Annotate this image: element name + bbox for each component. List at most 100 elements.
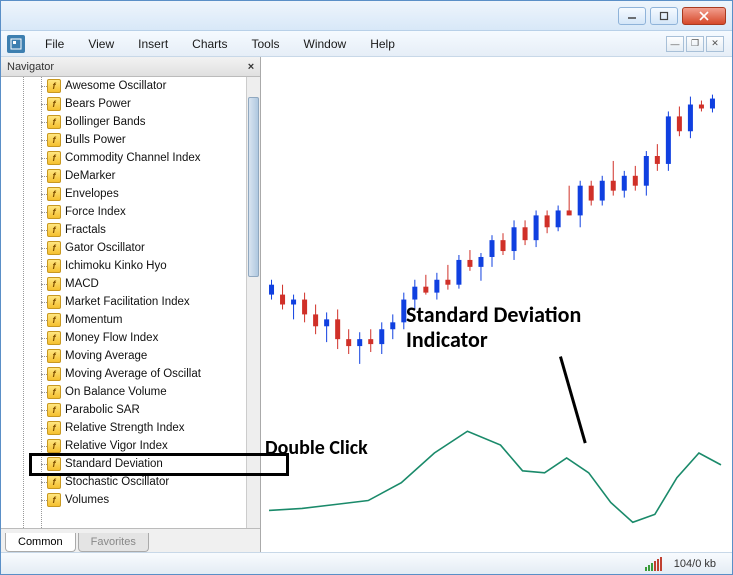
indicator-icon: f [47,349,61,363]
menu-file[interactable]: File [33,34,76,54]
indicator-icon: f [47,367,61,381]
navigator-item-label: Force Index [65,206,126,218]
navigator-item-label: Relative Strength Index [65,422,185,434]
navigator-item[interactable]: f Force Index [1,203,246,221]
navigator-item[interactable]: f Ichimoku Kinko Hyo [1,257,246,275]
navigator-item-label: Momentum [65,314,123,326]
navigator-item-label: Awesome Oscillator [65,80,166,92]
indicator-icon: f [47,79,61,93]
indicator-icon: f [47,313,61,327]
navigator-item[interactable]: fVolumes [1,491,246,509]
navigator-item[interactable]: f Market Facilitation Index [1,293,246,311]
annotation-doubleclick: Double Click [265,437,368,460]
navigator-item[interactable]: f Awesome Oscillator [1,77,246,95]
navigator-item[interactable]: fDeMarker [1,167,246,185]
indicator-icon: f [47,475,61,489]
navigator-item[interactable]: f Gator Oscillator [1,239,246,257]
indicator-icon: f [47,385,61,399]
menu-help[interactable]: Help [358,34,407,54]
navigator-scroll-thumb[interactable] [248,97,259,277]
indicator-icon: f [47,259,61,273]
navigator-item-label: Bulls Power [65,134,126,146]
menu-insert[interactable]: Insert [126,34,180,54]
navigator-item-label: Parabolic SAR [65,404,140,416]
connection-bars-icon [645,557,662,571]
indicator-icon: f [47,169,61,183]
indicator-icon: f [47,151,61,165]
navigator-item[interactable]: fEnvelopes [1,185,246,203]
mdi-minimize-button[interactable]: — [666,36,684,52]
window-maximize-button[interactable] [650,7,678,25]
navigator-item[interactable]: f Relative Vigor Index [1,437,246,455]
navigator-item[interactable]: f Bears Power [1,95,246,113]
navigator-item[interactable]: fMACD [1,275,246,293]
indicator-icon: f [47,97,61,111]
indicator-icon: f [47,241,61,255]
navigator-tab-common[interactable]: Common [5,533,76,552]
menu-tools[interactable]: Tools [240,34,292,54]
navigator-item[interactable]: f Parabolic SAR [1,401,246,419]
navigator-item-label: Standard Deviation [65,458,163,470]
menu-charts[interactable]: Charts [180,34,239,54]
status-traffic: 104/0 kb [674,558,716,570]
indicator-icon: f [47,493,61,507]
navigator-tabs: Common Favorites [1,528,260,552]
navigator-item-label: Bears Power [65,98,131,110]
navigator-item[interactable]: f Momentum [1,311,246,329]
navigator-item[interactable]: fMoving Average of Oscillat [1,365,246,383]
menu-window[interactable]: Window [292,34,359,54]
indicator-icon: f [47,403,61,417]
navigator-item-label: Ichimoku Kinko Hyo [65,260,167,272]
indicator-icon: f [47,295,61,309]
window-minimize-button[interactable] [618,7,646,25]
navigator-tree[interactable]: f Awesome Oscillator f Bears Power f Bollinge… [1,77,260,528]
navigator-item[interactable]: f Relative Strength Index [1,419,246,437]
navigator-item[interactable]: f Stochastic Oscillator [1,473,246,491]
indicator-icon: f [47,439,61,453]
navigator-item-label: Market Facilitation Index [65,296,190,308]
mdi-restore-button[interactable]: ❐ [686,36,704,52]
app-icon [7,35,25,53]
statusbar: 104/0 kb [1,552,732,574]
navigator-panel: Navigator × f Awesome Oscillator f Bears Po… [1,57,261,552]
navigator-item-label: Money Flow Index [65,332,158,344]
navigator-item[interactable]: f Fractals [1,221,246,239]
navigator-scrollbar[interactable] [246,77,260,528]
navigator-header: Navigator × [1,57,260,77]
navigator-item[interactable]: f Moving Average [1,347,246,365]
navigator-item[interactable]: f Money Flow Index [1,329,246,347]
mdi-controls: — ❐ ✕ [666,36,728,52]
chart-area[interactable]: Standard DeviationIndicator Double Click [261,57,732,552]
navigator-item[interactable]: f Bulls Power [1,131,246,149]
workspace: Navigator × f Awesome Oscillator f Bears Po… [1,57,732,552]
indicator-icon: f [47,457,61,471]
menu-view[interactable]: View [76,34,126,54]
navigator-item[interactable]: f Commodity Channel Index [1,149,246,167]
window-close-button[interactable] [682,7,726,25]
indicator-icon: f [47,223,61,237]
indicator-icon: f [47,421,61,435]
indicator-icon: f [47,331,61,345]
indicator-icon: f [47,115,61,129]
app-window: File View Insert Charts Tools Window Hel… [0,0,733,575]
annotation-main: Standard DeviationIndicator [406,302,581,353]
indicator-icon: f [47,205,61,219]
navigator-item-label: Fractals [65,224,106,236]
menubar: File View Insert Charts Tools Window Hel… [1,31,732,57]
navigator-item-label: Relative Vigor Index [65,440,168,452]
navigator-item-label: On Balance Volume [65,386,167,398]
navigator-tab-favorites[interactable]: Favorites [78,533,149,552]
navigator-item-label: Stochastic Oscillator [65,476,169,488]
mdi-close-button[interactable]: ✕ [706,36,724,52]
navigator-item[interactable]: f On Balance Volume [1,383,246,401]
navigator-close-button[interactable]: × [244,60,258,74]
navigator-item-label: Commodity Channel Index [65,152,201,164]
navigator-item[interactable]: f Standard Deviation [1,455,246,473]
navigator-item-label: Gator Oscillator [65,242,145,254]
navigator-item[interactable]: f Bollinger Bands [1,113,246,131]
navigator-item-label: Moving Average [65,350,147,362]
indicator-icon: f [47,133,61,147]
titlebar [1,1,732,31]
navigator-title: Navigator [7,61,54,73]
navigator-item-label: Bollinger Bands [65,116,146,128]
